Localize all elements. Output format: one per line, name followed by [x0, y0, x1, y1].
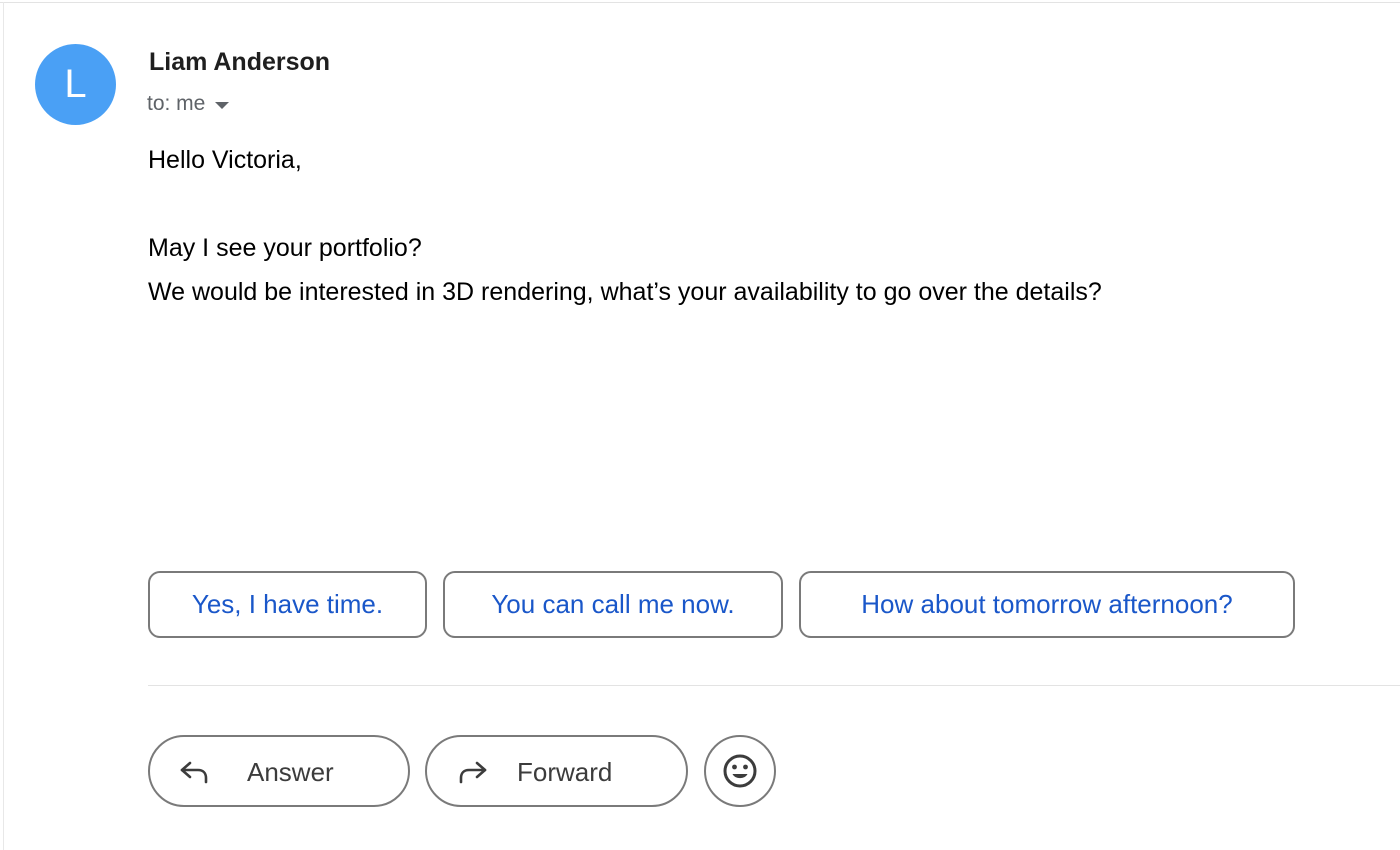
recipient-label: to: me [147, 92, 206, 115]
left-divider [3, 2, 4, 850]
email-body-line: We would be interested in 3D rendering, … [148, 278, 1102, 306]
avatar[interactable]: L [35, 44, 116, 125]
forward-icon [459, 761, 487, 784]
answer-button[interactable]: Answer [148, 735, 410, 807]
email-greeting: Hello Victoria, [148, 146, 302, 174]
answer-label: Answer [247, 757, 334, 787]
smart-reply-button[interactable]: You can call me now. [443, 571, 783, 638]
smart-reply-button[interactable]: How about tomorrow afternoon? [799, 571, 1295, 638]
reply-icon [180, 761, 208, 784]
forward-label: Forward [517, 757, 613, 787]
recipient-details-toggle[interactable]: to: me [147, 92, 230, 116]
emoji-reaction-button[interactable] [704, 735, 776, 807]
top-divider [0, 2, 1400, 3]
avatar-letter: L [64, 62, 87, 106]
email-message-view: L Liam Anderson to: me Hello Victoria, M… [0, 0, 1400, 850]
caret-down-icon [215, 101, 230, 109]
sender-name[interactable]: Liam Anderson [149, 48, 330, 77]
forward-button[interactable]: Forward [425, 735, 688, 807]
emoji-icon [723, 754, 757, 788]
actions-divider [148, 685, 1400, 686]
smart-reply-button[interactable]: Yes, I have time. [148, 571, 427, 638]
email-body-line: May I see your portfolio? [148, 234, 422, 262]
